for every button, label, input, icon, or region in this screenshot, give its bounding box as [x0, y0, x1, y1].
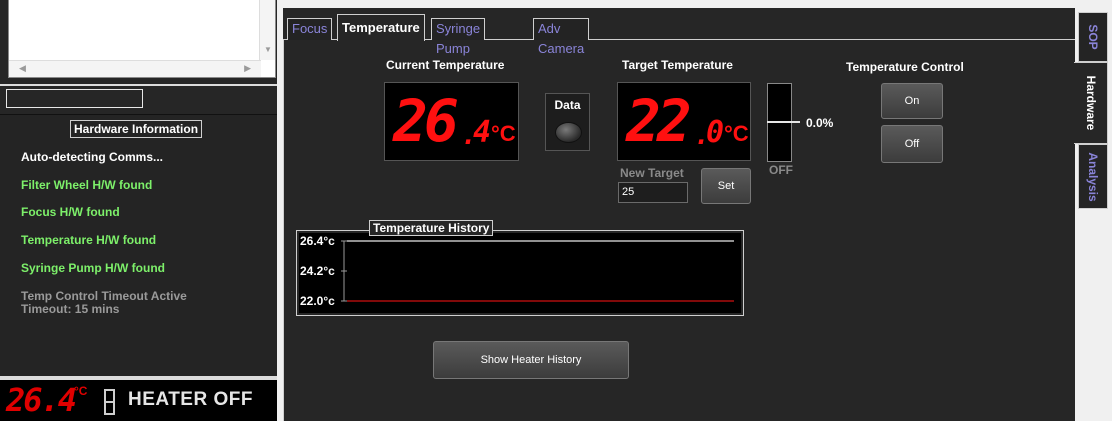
- current-temp-decimal: 4: [473, 115, 492, 150]
- target-temperature-label: Target Temperature: [622, 58, 733, 72]
- y-tick-label: 22.0°c: [300, 294, 335, 308]
- on-button[interactable]: On: [881, 83, 943, 119]
- heater-status-text: HEATER OFF: [128, 389, 253, 410]
- tab-focus[interactable]: Focus: [287, 18, 333, 40]
- data-label: Data: [554, 98, 581, 112]
- set-button[interactable]: Set: [701, 168, 751, 204]
- set-button-label: Set: [717, 180, 735, 192]
- divider: [0, 84, 277, 86]
- current-temp-integer: 26: [393, 87, 459, 155]
- hardware-info-title: Hardware Information: [70, 120, 203, 138]
- tab-syringe-pump[interactable]: Syringe Pump: [431, 18, 486, 56]
- show-heater-history-button[interactable]: Show Heater History: [433, 341, 629, 379]
- scroll-left-icon[interactable]: ◀: [19, 63, 26, 74]
- log-line: Syringe Pump H/W found: [21, 261, 165, 275]
- tab-analysis[interactable]: Analysis: [1078, 144, 1108, 209]
- tab-adv-camera[interactable]: Adv Camera: [533, 18, 590, 56]
- temperature-history-title: Temperature History: [369, 220, 494, 236]
- tab-hardware[interactable]: Hardware: [1074, 62, 1108, 144]
- log-line: Temperature H/W found: [21, 233, 157, 247]
- on-button-label: On: [904, 95, 920, 107]
- log-line: Auto-detecting Comms...: [21, 150, 164, 164]
- tab-analysis-label: Analysis: [1086, 151, 1100, 202]
- data-toggle[interactable]: Data: [545, 93, 590, 151]
- log-line: Focus H/W found: [21, 205, 120, 219]
- status-field: [6, 89, 143, 108]
- off-button[interactable]: Off: [881, 125, 943, 163]
- new-target-input[interactable]: 25: [618, 182, 688, 203]
- data-knob-icon[interactable]: [555, 122, 582, 143]
- log-line: Filter Wheel H/W found: [21, 178, 153, 192]
- tab-temperature[interactable]: Temperature: [337, 14, 425, 41]
- y-tick-label: 24.2°c: [300, 264, 335, 278]
- status-temperature-unit: °C: [74, 384, 88, 398]
- target-temp-decimal: 0: [706, 115, 725, 150]
- new-target-label: New Target: [620, 166, 684, 180]
- target-temperature-display: 22 . 0 °C: [617, 82, 751, 161]
- current-temp-unit: °C: [491, 121, 516, 146]
- tab-hardware-label: Hardware: [1083, 75, 1098, 131]
- temperature-control-label: Temperature Control: [846, 60, 964, 74]
- current-temperature-display: 26 . 4 °C: [384, 82, 519, 161]
- status-temperature: 26.4: [6, 381, 77, 419]
- temperature-history-chart: 26.4°c 24.2°c 22.0°c: [300, 234, 734, 308]
- current-temperature-label: Current Temperature: [386, 58, 505, 72]
- heater-percent: 0.0%: [806, 116, 834, 130]
- tab-sop[interactable]: SOP: [1078, 12, 1108, 62]
- log-line: Temp Control Timeout Active: [21, 289, 187, 303]
- heater-level-marker: [767, 121, 800, 123]
- heater-state-label: OFF: [769, 163, 793, 177]
- tab-sop-label: SOP: [1086, 24, 1100, 50]
- off-button-label: Off: [904, 138, 920, 150]
- vertical-scrollbar[interactable]: ▼: [259, 0, 275, 60]
- scroll-right-icon[interactable]: ▶: [244, 63, 251, 74]
- target-temp-integer: 22: [626, 87, 692, 155]
- scroll-down-icon[interactable]: ▼: [264, 45, 272, 54]
- heater-level-icon: [104, 389, 115, 415]
- device-list[interactable]: ▼ ◀ ▶: [8, 0, 276, 78]
- y-tick-label: 26.4°c: [300, 234, 335, 248]
- log-line: Timeout: 15 mins: [21, 302, 120, 316]
- status-bar: 26.4 °C HEATER OFF: [0, 380, 277, 421]
- horizontal-scrollbar[interactable]: ◀ ▶: [9, 60, 261, 77]
- target-temp-unit: °C: [724, 121, 749, 146]
- show-heater-history-label: Show Heater History: [480, 354, 582, 366]
